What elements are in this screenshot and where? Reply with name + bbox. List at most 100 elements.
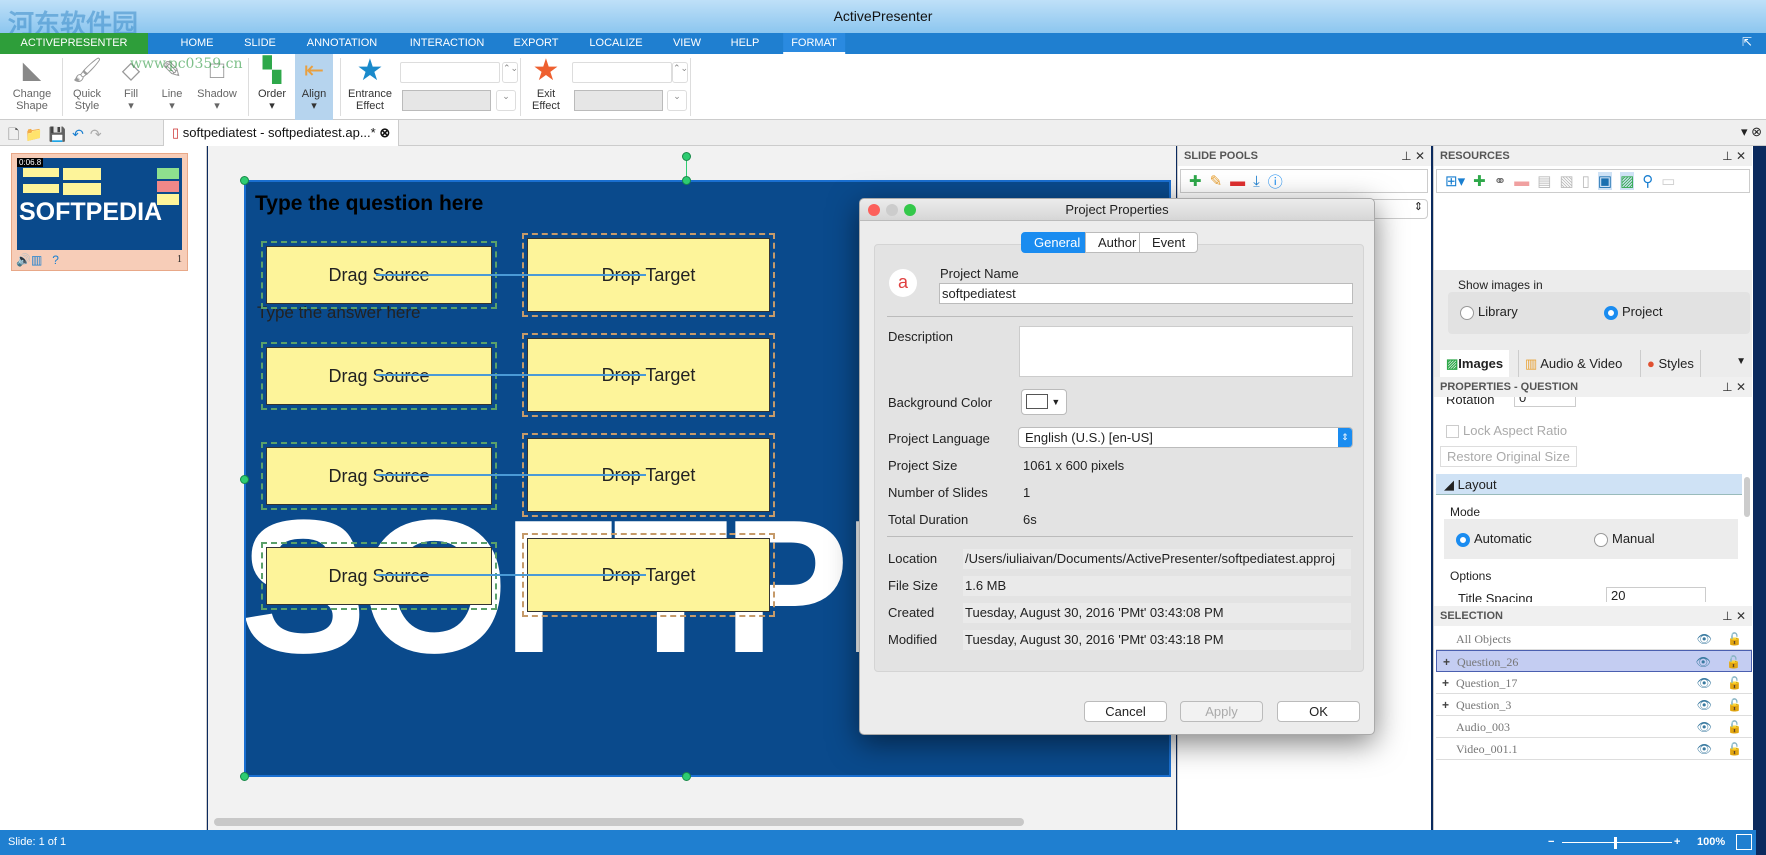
tab-event[interactable]: Event	[1139, 232, 1199, 253]
lock-aspect-checkbox[interactable]: Lock Aspect Ratio	[1446, 423, 1567, 439]
cancel-button[interactable]: Cancel	[1084, 701, 1167, 722]
menu-annotation[interactable]: ANNOTATION	[299, 33, 385, 54]
link-icon[interactable]: ⚭	[1494, 172, 1507, 190]
description-textarea[interactable]	[1019, 326, 1353, 377]
quick-style-button[interactable]: 🖌 Quick Style	[66, 54, 108, 120]
view-mode-icon[interactable]: ⊞▾	[1445, 172, 1465, 190]
rotate-handle[interactable]	[682, 152, 691, 161]
undo-icon[interactable]: ↶	[72, 126, 90, 142]
change-shape-button[interactable]: ◣ Change Shape	[6, 54, 58, 120]
title-spacing-input[interactable]: 20	[1606, 587, 1706, 602]
exit-dropdown[interactable]: ⌄	[667, 90, 687, 111]
expand-icon[interactable]: +	[1443, 651, 1450, 673]
menu-export[interactable]: EXPORT	[505, 33, 566, 54]
resize-handle[interactable]	[682, 772, 691, 781]
tab-images[interactable]: ▨Images	[1440, 350, 1510, 378]
menu-localize[interactable]: LOCALIZE	[581, 33, 650, 54]
menu-home[interactable]: HOME	[173, 33, 222, 54]
export-icon[interactable]: ▧	[1559, 172, 1573, 190]
slide-thumbnail[interactable]: 0:06.8 SOFTPEDIA 🔊▥ ? 1	[11, 153, 188, 271]
automatic-radio[interactable]: Automatic	[1456, 531, 1532, 547]
visibility-icon[interactable]: 👁	[1697, 672, 1712, 694]
visibility-icon[interactable]: 👁	[1697, 694, 1712, 716]
selection-item[interactable]: All Objects 👁 🔓	[1436, 628, 1752, 650]
question-text[interactable]: Type the question here	[255, 192, 483, 216]
lock-icon[interactable]: 🔓	[1727, 628, 1742, 650]
save-icon[interactable]: 💾	[49, 126, 72, 142]
add-icon[interactable]: ✚	[1473, 172, 1486, 190]
pin-close-icons[interactable]: ⊥ ✕	[1722, 377, 1746, 397]
horizontal-scrollbar[interactable]	[214, 818, 1024, 826]
selection-item[interactable]: + Question_26 👁 🔓	[1436, 650, 1752, 672]
info-icon[interactable]: ⓘ	[1268, 171, 1283, 192]
menu-slide[interactable]: SLIDE	[236, 33, 284, 54]
order-button[interactable]: ▚ Order ▾	[254, 54, 290, 120]
tab-styles[interactable]: ● Styles	[1640, 350, 1701, 378]
layout-section-header[interactable]: ◢ Layout	[1436, 474, 1742, 495]
replace-icon[interactable]: ▤	[1537, 172, 1551, 190]
exit-spinner[interactable]: ⌃⌄	[672, 62, 688, 83]
visibility-icon[interactable]: 👁	[1697, 716, 1712, 738]
exit-duration-input[interactable]	[572, 62, 672, 83]
restore-size-button[interactable]: Restore Original Size	[1440, 446, 1577, 467]
entrance-spinner[interactable]: ⌃⌄	[502, 62, 518, 83]
resize-handle[interactable]	[240, 475, 249, 484]
close-tab-icon[interactable]: ⊗	[379, 125, 390, 140]
zoom-window-button[interactable]	[904, 204, 916, 216]
edit-icon[interactable]: ✎	[1210, 172, 1223, 190]
share-icon[interactable]: ⚲	[1642, 172, 1653, 190]
resize-handle[interactable]	[240, 772, 249, 781]
download-icon[interactable]: ⤓	[1253, 173, 1260, 190]
picture-icon[interactable]: ▨	[1620, 172, 1635, 190]
align-button[interactable]: ⇤ Align ▾	[295, 54, 333, 120]
apply-button[interactable]: Apply	[1180, 701, 1263, 722]
pin-close-icons[interactable]: ⊥ ✕	[1722, 606, 1746, 626]
entrance-dropdown[interactable]: ⌄	[496, 90, 516, 111]
project-language-select[interactable]: English (U.S.) [en-US] ⇕	[1018, 427, 1353, 448]
new-file-icon[interactable]: 🗋	[8, 126, 25, 142]
lock-icon[interactable]: 🔓	[1727, 738, 1742, 760]
copy-icon[interactable]: ▯	[1582, 172, 1590, 190]
manual-radio[interactable]: Manual	[1594, 531, 1655, 547]
menu-activepresenter[interactable]: ACTIVEPRESENTER	[0, 33, 148, 54]
close-all-icon[interactable]: ▾ ⊗	[1741, 124, 1762, 140]
exit-effect-select[interactable]	[574, 90, 663, 111]
image-icon[interactable]: ▣	[1597, 172, 1613, 190]
zoom-out-button[interactable]: −	[1548, 830, 1554, 855]
drag-source[interactable]: Drag Source	[261, 442, 497, 510]
add-icon[interactable]: ✚	[1189, 172, 1202, 190]
tabs-menu-icon[interactable]: ▼	[1736, 356, 1746, 367]
pin-close-icons[interactable]: ⊥ ✕	[1401, 146, 1425, 166]
expand-icon[interactable]: +	[1442, 694, 1449, 716]
menu-view[interactable]: VIEW	[665, 33, 709, 54]
entrance-effect-button[interactable]: ★ Entrance Effect	[343, 54, 397, 120]
remove-icon[interactable]: ▬	[1230, 173, 1245, 190]
selection-item[interactable]: Audio_003 👁 🔓	[1436, 716, 1752, 738]
minimize-window-button[interactable]	[886, 204, 898, 216]
zoom-slider-thumb[interactable]	[1614, 837, 1617, 849]
library-radio[interactable]: Library	[1460, 304, 1518, 320]
project-name-input[interactable]: softpediatest	[939, 283, 1353, 304]
drag-source[interactable]: Drag Source	[261, 342, 497, 410]
pin-close-icons[interactable]: ⊥ ✕	[1722, 146, 1746, 166]
tab-general[interactable]: General	[1021, 232, 1094, 253]
redo-icon[interactable]: ↷	[90, 126, 108, 142]
background-color-picker[interactable]: ▼	[1021, 389, 1067, 415]
remove-icon[interactable]: ▬	[1514, 173, 1529, 190]
project-radio[interactable]: Project	[1604, 304, 1662, 320]
menu-interaction[interactable]: INTERACTION	[402, 33, 493, 54]
zoom-in-button[interactable]: +	[1674, 830, 1680, 855]
selection-item[interactable]: Video_001.1 👁 🔓	[1436, 738, 1752, 760]
properties-scrollbar[interactable]	[1744, 477, 1750, 517]
close-window-button[interactable]	[868, 204, 880, 216]
visibility-icon[interactable]: 👁	[1697, 738, 1712, 760]
menu-format[interactable]: FORMAT	[783, 33, 845, 54]
entrance-effect-select[interactable]	[402, 90, 491, 111]
visibility-icon[interactable]: 👁	[1696, 651, 1711, 673]
resize-handle[interactable]	[240, 176, 249, 185]
rotation-input[interactable]: 0	[1514, 397, 1576, 407]
document-tab[interactable]: ▯ softpediatest - softpediatest.ap...* ⊗	[163, 120, 400, 146]
open-folder-icon[interactable]: 📁	[25, 126, 48, 142]
selection-item[interactable]: + Question_3 👁 🔓	[1436, 694, 1752, 716]
menu-help[interactable]: HELP	[723, 33, 768, 54]
